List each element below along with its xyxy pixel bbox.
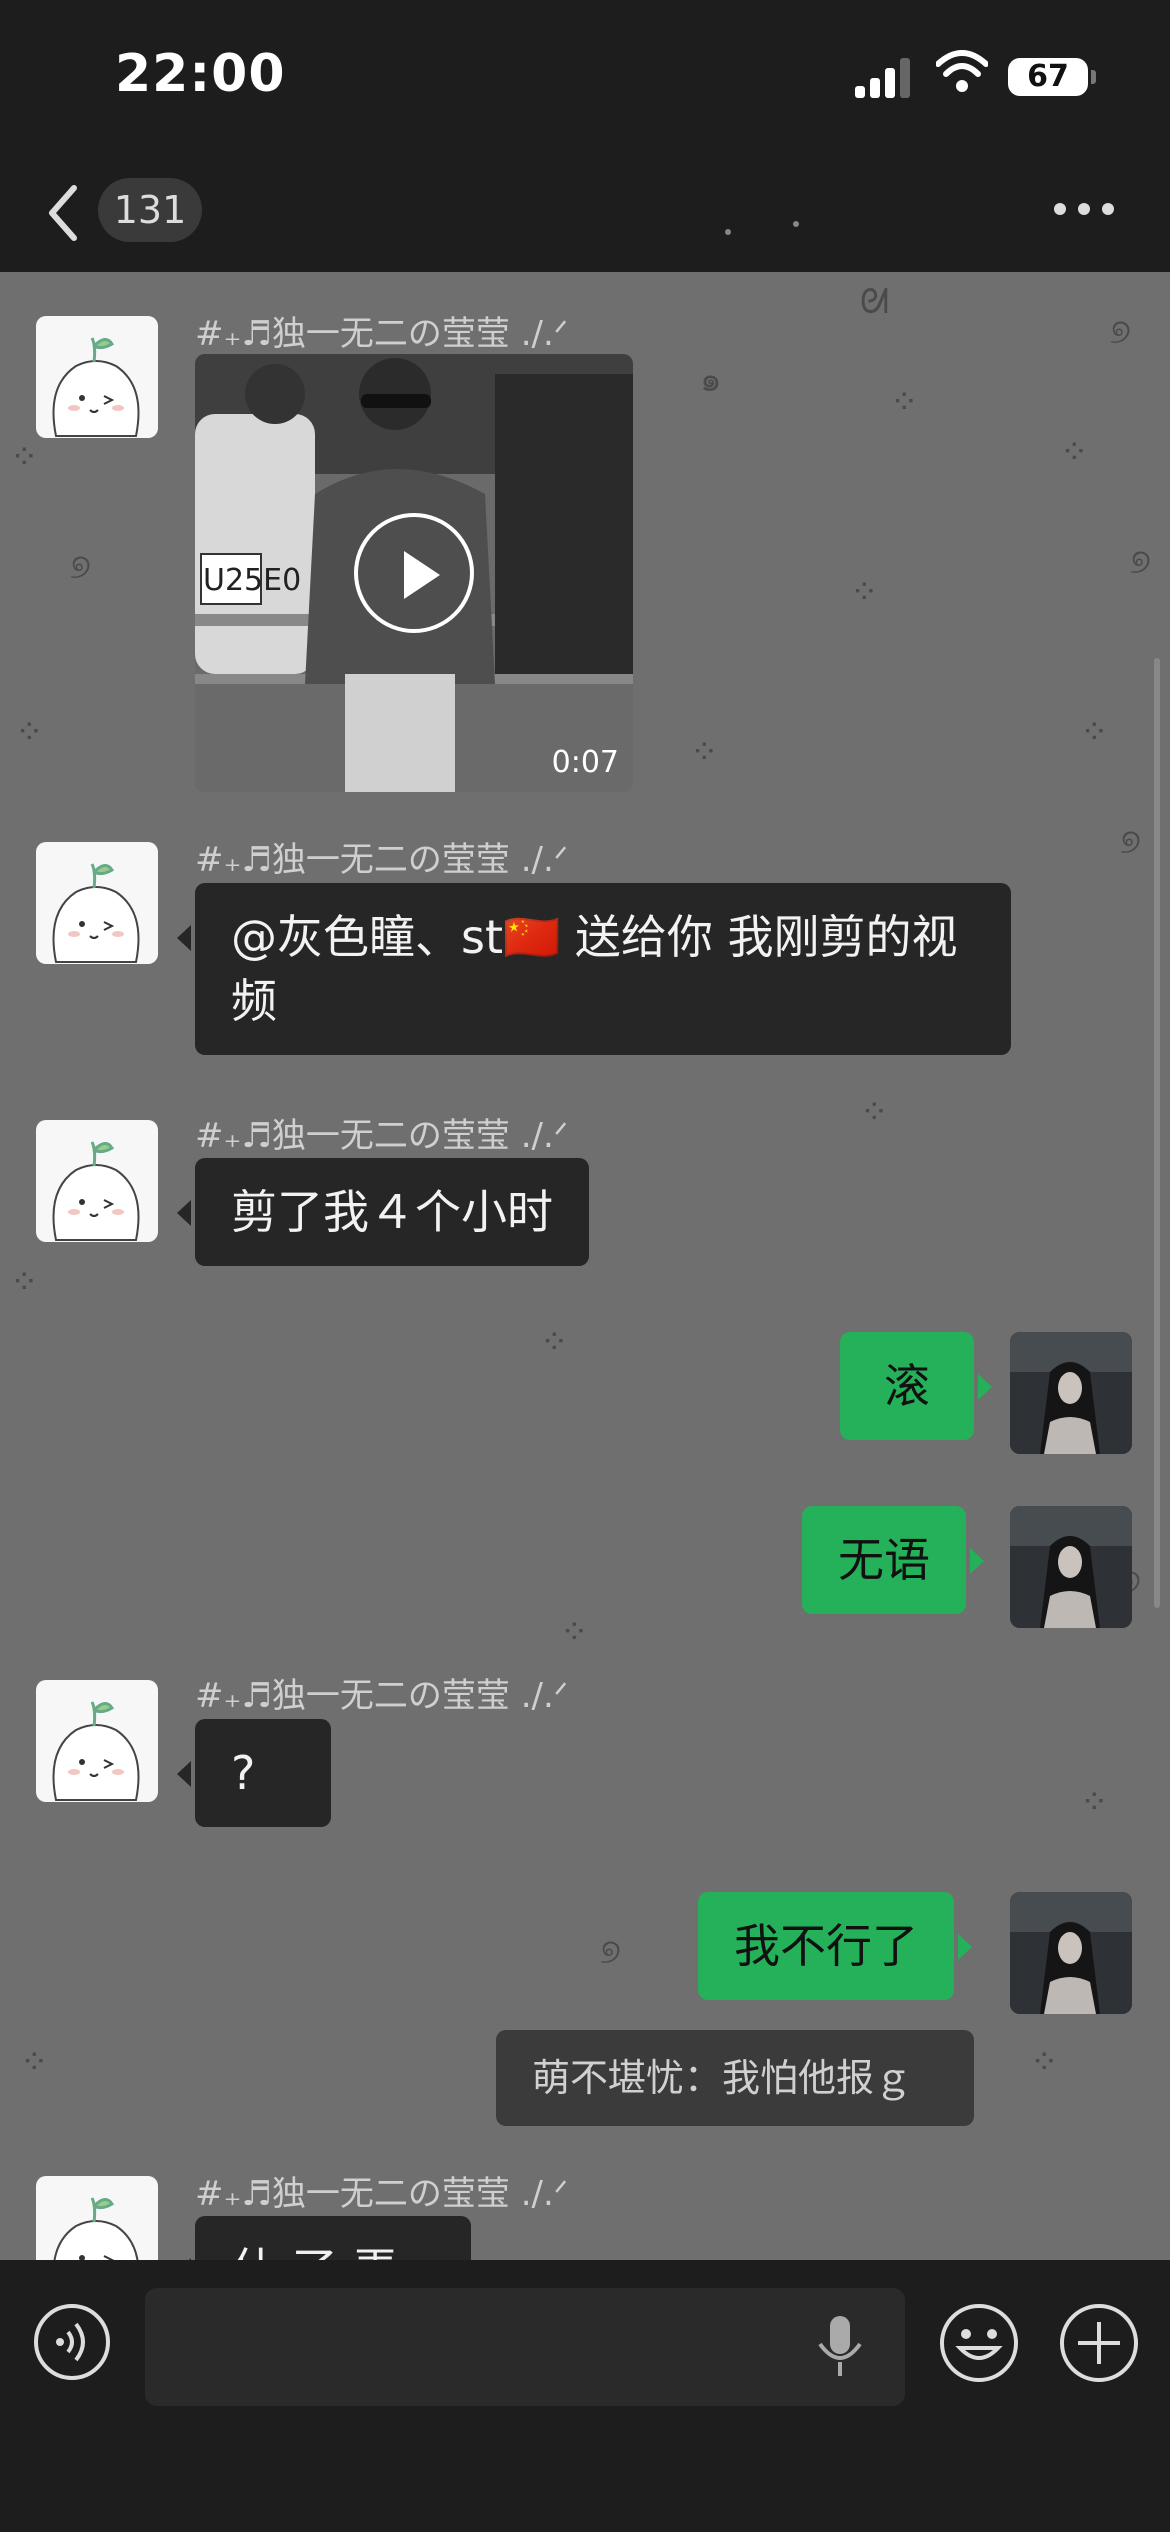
clock: 22:00 — [115, 44, 286, 104]
sender-avatar[interactable] — [36, 1680, 158, 1802]
girl-photo-avatar-icon — [1010, 1332, 1132, 1454]
text-message[interactable]: 剪了我４个小时 — [177, 1158, 589, 1266]
cartoon-bun-avatar-icon — [52, 1701, 140, 1801]
cartoon-bun-avatar-icon — [52, 337, 140, 437]
video-message[interactable]: U25E0 0:07 — [195, 354, 633, 792]
scrollbar[interactable] — [1154, 658, 1160, 1608]
paw-doodle: ⁘ — [890, 382, 919, 422]
chat-title-redacted — [725, 221, 799, 235]
plus-icon[interactable] — [1058, 2302, 1140, 2384]
own-avatar[interactable] — [1010, 1506, 1132, 1628]
paw-doodle: ⁘ — [10, 437, 39, 477]
paw-doodle: ⁘ — [10, 1262, 39, 1302]
status-bar: 22:00 67 — [0, 0, 1170, 150]
cellular-signal-icon — [855, 58, 915, 98]
sender-name: #₊♬独一无二の莹莹 ./.ᐟ — [195, 1676, 569, 1716]
text-message[interactable]: @灰色瞳、st🇨🇳 送给你 我刚剪的视频 — [177, 883, 1011, 1055]
sender-avatar[interactable] — [36, 1120, 158, 1242]
paw-doodle: ⁘ — [690, 732, 719, 772]
own-avatar[interactable] — [1010, 1332, 1132, 1454]
chat-header: 131 — [0, 150, 1170, 272]
sender-name: #₊♬独一无二の莹莹 ./.ᐟ — [195, 840, 569, 880]
sender-name: #₊♬独一无二の莹莹 ./.ᐟ — [195, 1116, 569, 1156]
own-message[interactable]: 滚 — [840, 1332, 992, 1440]
paw-doodle: ⁘ — [560, 1612, 589, 1652]
paw-doodle: ⁘ — [1030, 2042, 1059, 2082]
cartoon-bun-avatar-icon — [52, 863, 140, 963]
paw-doodle: ⁘ — [20, 2042, 49, 2082]
swirl-doodle: ୭ — [1110, 312, 1131, 352]
microphone-icon[interactable] — [812, 2312, 868, 2382]
paw-doodle: ⁘ — [15, 712, 44, 752]
battery-indicator: 67 — [1008, 58, 1096, 96]
paw-doodle: ⁘ — [1080, 1782, 1109, 1822]
own-avatar[interactable] — [1010, 1892, 1132, 2014]
own-message[interactable]: 我不行了 — [698, 1892, 972, 2000]
paw-doodle: ⁘ — [850, 572, 879, 612]
svg-text:U25E0: U25E0 — [203, 563, 301, 598]
play-icon[interactable] — [354, 513, 474, 633]
sender-avatar[interactable] — [36, 842, 158, 964]
sender-avatar[interactable] — [36, 2176, 158, 2260]
sender-name: #₊♬独一无二の莹莹 ./.ᐟ — [195, 2174, 569, 2214]
cartoon-bun-avatar-icon — [53, 2197, 139, 2260]
girl-photo-avatar-icon — [1010, 1506, 1132, 1628]
own-message[interactable]: 无语 — [802, 1506, 984, 1614]
cartoon-bun-avatar-icon — [52, 1141, 140, 1241]
swirl-doodle: ୭ — [1130, 542, 1151, 582]
video-duration: 0:07 — [551, 745, 619, 780]
message-input-bar — [0, 2260, 1170, 2532]
more-options-icon[interactable] — [1052, 194, 1116, 224]
wifi-icon — [936, 50, 988, 92]
girl-photo-avatar-icon — [1010, 1892, 1132, 2014]
back-arrow-icon[interactable] — [40, 178, 90, 248]
paw-doodle: ⁘ — [860, 1092, 889, 1132]
swirl-doodle: ୭ — [70, 547, 91, 587]
sender-name: #₊♬独一无二の莹莹 ./.ᐟ — [195, 314, 569, 354]
unread-count-badge[interactable]: 131 — [98, 178, 202, 242]
chat-area[interactable]: ᘛ ୭ ๑ ⁘ ⁘ ⁘ ୭ ୭ ⁘ ⁘ ⁘ ⁘ ୭ ⁘ ⁘ ⁘ ⁘ ୭ ⁘ ⁘ … — [0, 272, 1170, 2260]
emoji-icon[interactable] — [938, 2302, 1020, 2384]
swirl-doodle: ୭ — [1120, 822, 1141, 862]
text-message[interactable]: ? — [177, 1719, 331, 1827]
sender-avatar[interactable] — [36, 316, 158, 438]
paw-doodle: ⁘ — [1080, 712, 1109, 752]
text-message[interactable]: 什 了 弄 了 — [177, 2216, 471, 2260]
paw-doodle: ⁘ — [540, 1322, 569, 1362]
paw-doodle: ⁘ — [1060, 432, 1089, 472]
voice-mode-icon[interactable] — [32, 2302, 112, 2382]
message-input[interactable] — [145, 2288, 905, 2406]
quoted-reply[interactable]: 萌不堪忧：我怕他报ｇ — [496, 2030, 974, 2126]
swirl-doodle: ୭ — [600, 1932, 621, 1972]
paw-doodle: ᘛ — [860, 282, 889, 322]
swirl-doodle: ๑ — [700, 360, 722, 400]
